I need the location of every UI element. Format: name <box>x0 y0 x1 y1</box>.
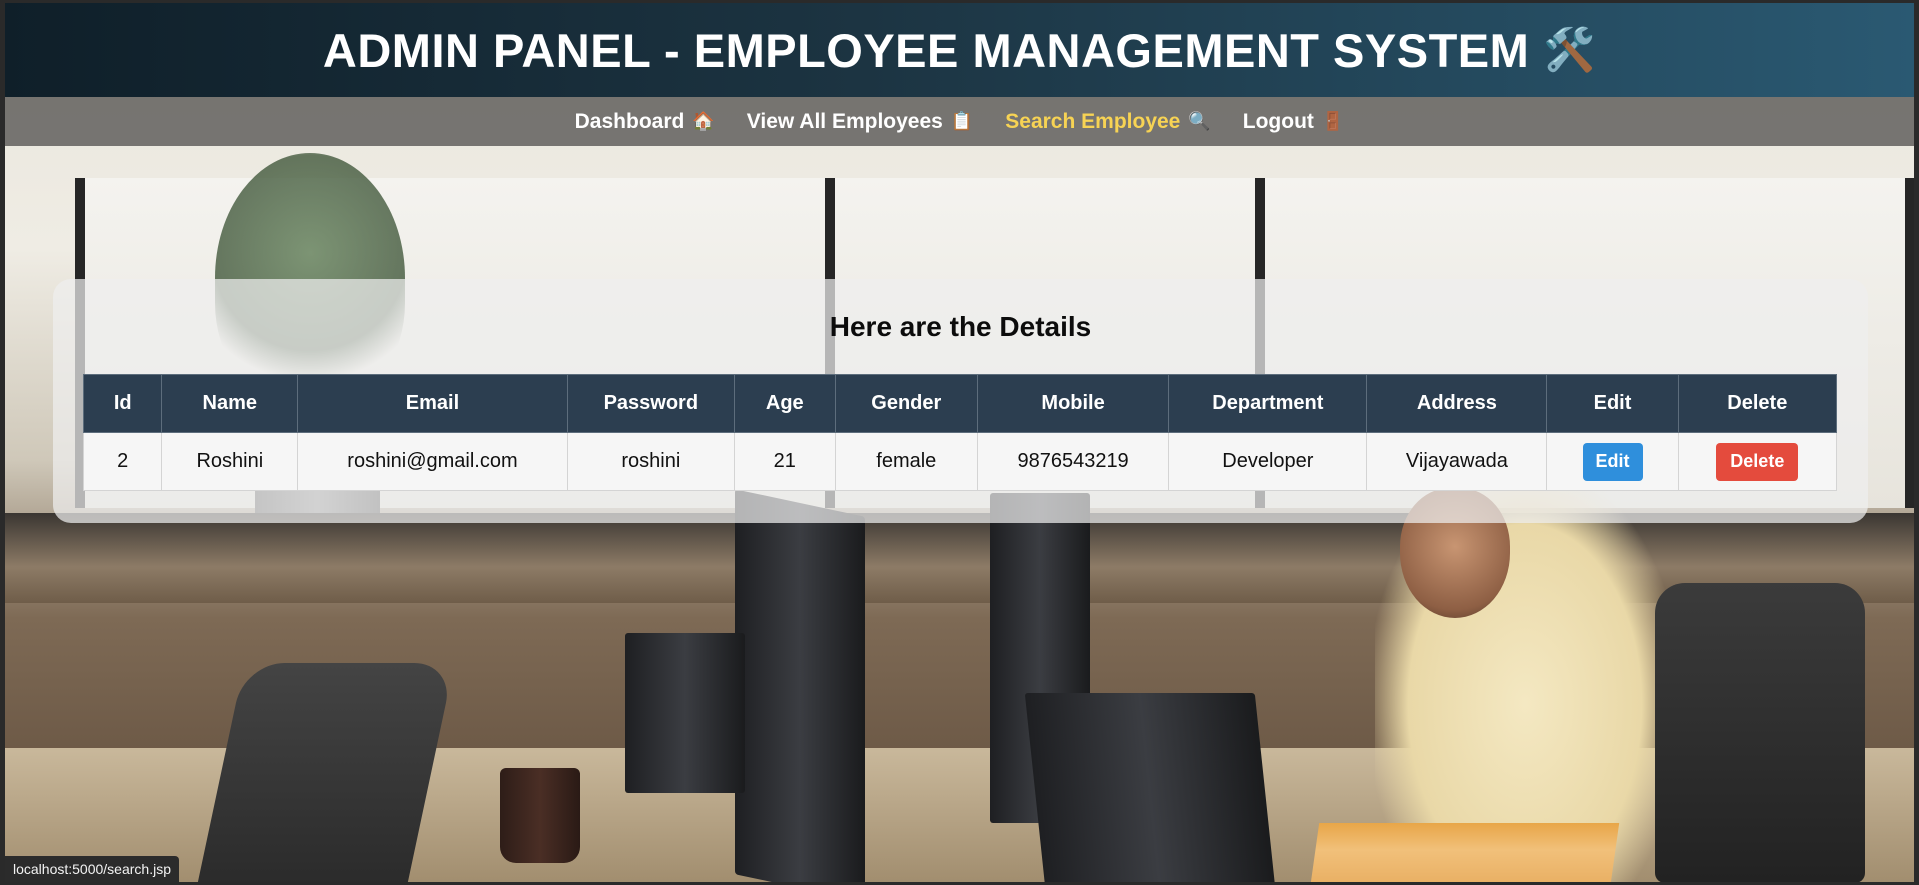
cell-address: Vijayawada <box>1366 432 1548 491</box>
nav-item-label: Dashboard <box>574 109 685 133</box>
monitor-decoration <box>735 489 865 882</box>
office-chair-decoration <box>1655 583 1865 882</box>
cell-email: roshini@gmail.com <box>297 432 568 491</box>
cell-name: Roshini <box>161 432 299 491</box>
cell-department: Developer <box>1168 432 1368 491</box>
clipboard-icon: 📋 <box>950 111 974 131</box>
cell-id: 2 <box>82 432 163 491</box>
mug-decoration <box>500 768 580 863</box>
details-card: Here are the Details Id Name Email Passw… <box>53 279 1868 523</box>
nav-item-label: Search Employee <box>1005 109 1181 133</box>
column-header-password: Password <box>566 374 735 433</box>
browser-viewport: ADMIN PANEL - EMPLOYEE MANAGEMENT SYSTEM… <box>0 0 1919 885</box>
laptop-decoration <box>1024 693 1276 882</box>
home-icon: 🏠 <box>692 111 715 131</box>
table-header-row: Id Name Email Password Age Gender Mobile… <box>82 374 1838 433</box>
table-row: 2 Roshini roshini@gmail.com roshini 21 f… <box>82 432 1838 491</box>
column-header-name: Name <box>161 374 299 433</box>
cell-password: roshini <box>566 432 735 491</box>
main-nav: Dashboard 🏠 View All Employees 📋 Search … <box>5 97 1914 146</box>
page-title: ADMIN PANEL - EMPLOYEE MANAGEMENT SYSTEM… <box>323 23 1596 78</box>
column-header-mobile: Mobile <box>976 374 1170 433</box>
laptop-decoration <box>625 633 745 793</box>
column-header-department: Department <box>1168 374 1368 433</box>
door-icon: 🚪 <box>1321 111 1345 131</box>
cell-mobile: 9876543219 <box>976 432 1170 491</box>
delete-button[interactable]: Delete <box>1716 442 1799 481</box>
cell-delete: Delete <box>1677 432 1838 491</box>
column-header-gender: Gender <box>834 374 978 433</box>
cell-edit: Edit <box>1546 432 1679 491</box>
page-title-text: ADMIN PANEL - EMPLOYEE MANAGEMENT SYSTEM <box>322 23 1530 77</box>
tools-icon: 🛠️ <box>1543 25 1597 73</box>
column-header-delete: Delete <box>1677 374 1838 433</box>
nav-item-view-all-employees[interactable]: View All Employees 📋 <box>747 110 974 134</box>
cell-gender: female <box>834 432 978 491</box>
nav-item-label: Logout <box>1242 109 1314 133</box>
employee-details-table: Id Name Email Password Age Gender Mobile… <box>82 374 1838 491</box>
nav-item-label: View All Employees <box>746 109 943 133</box>
books-decoration <box>1310 823 1620 882</box>
nav-item-search-employee[interactable]: Search Employee 🔍 <box>1005 110 1211 134</box>
column-header-email: Email <box>297 374 568 433</box>
nav-item-dashboard[interactable]: Dashboard 🏠 <box>575 110 715 134</box>
details-heading: Here are the Details <box>829 311 1092 342</box>
magnifier-icon: 🔍 <box>1188 111 1211 131</box>
column-header-id: Id <box>82 374 163 433</box>
column-header-age: Age <box>733 374 836 433</box>
status-bar-url: localhost:5000/search.jsp <box>5 856 179 882</box>
edit-button[interactable]: Edit <box>1582 442 1643 481</box>
column-header-address: Address <box>1366 374 1548 433</box>
cell-age: 21 <box>733 432 836 491</box>
page-header: ADMIN PANEL - EMPLOYEE MANAGEMENT SYSTEM… <box>5 3 1914 97</box>
nav-item-logout[interactable]: Logout 🚪 <box>1243 110 1345 134</box>
column-header-edit: Edit <box>1546 374 1679 433</box>
